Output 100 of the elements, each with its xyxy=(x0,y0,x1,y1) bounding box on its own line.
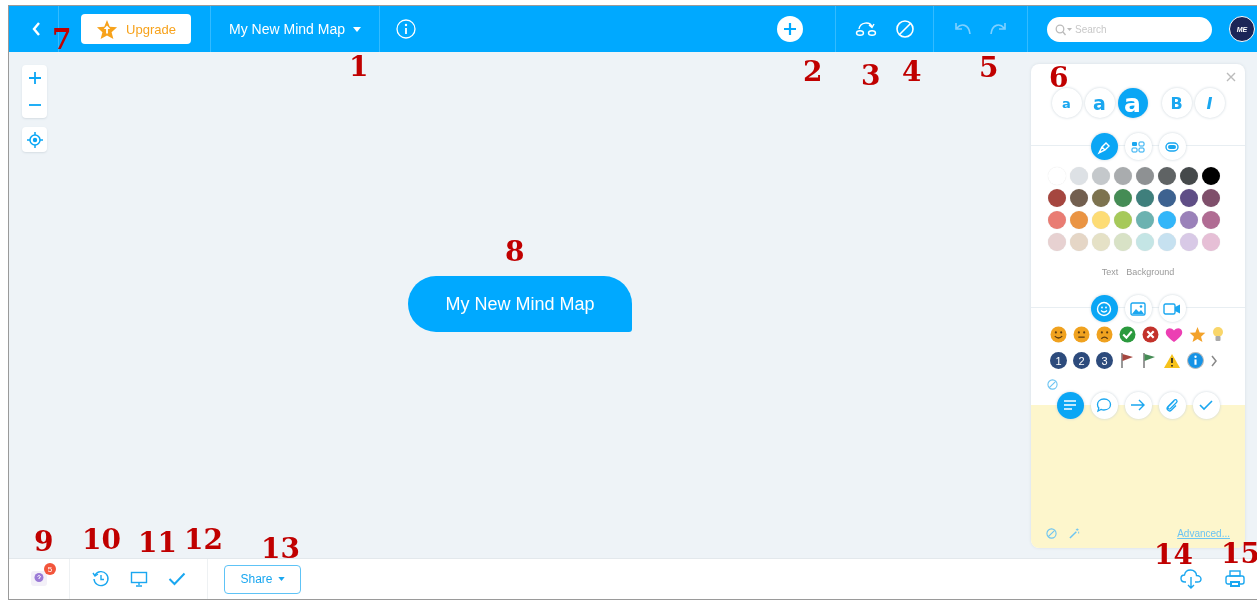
color-swatch[interactable] xyxy=(1114,211,1132,229)
map-title-dropdown[interactable]: My New Mind Map xyxy=(223,20,367,38)
advanced-link[interactable]: Advanced... xyxy=(1177,528,1230,539)
checkmark-icon xyxy=(1199,399,1213,411)
style-tab[interactable] xyxy=(1158,133,1186,160)
color-swatch[interactable] xyxy=(1070,233,1088,251)
color-swatch[interactable] xyxy=(1136,211,1154,229)
notes-icon xyxy=(1063,399,1077,411)
history-icon[interactable] xyxy=(91,570,110,588)
color-swatch[interactable] xyxy=(1136,167,1154,185)
redo-icon[interactable] xyxy=(989,22,1007,36)
layout-icon xyxy=(1131,140,1145,153)
paperclip-icon xyxy=(1164,397,1180,413)
relationship-icon[interactable] xyxy=(854,21,877,37)
upgrade-button[interactable]: Upgrade xyxy=(81,14,191,44)
sad-face-icon[interactable] xyxy=(1096,326,1113,343)
color-swatch[interactable] xyxy=(1048,233,1066,251)
font-size-button[interactable]: a xyxy=(1051,88,1082,118)
color-target-option[interactable]: Background xyxy=(1126,267,1175,277)
color-swatch[interactable] xyxy=(1136,233,1154,251)
font-size-button[interactable]: a xyxy=(1117,88,1148,118)
color-swatch[interactable] xyxy=(1158,167,1176,185)
number-icon[interactable]: 3 xyxy=(1096,352,1113,369)
color-swatch[interactable] xyxy=(1048,211,1066,229)
light-bulb-icon[interactable] xyxy=(1212,326,1224,343)
close-icon[interactable] xyxy=(1226,72,1236,82)
color-swatch[interactable] xyxy=(1202,189,1220,207)
warning-icon[interactable] xyxy=(1163,352,1181,369)
flag-icon[interactable] xyxy=(1141,352,1157,369)
color-swatch[interactable] xyxy=(1070,211,1088,229)
color-swatch[interactable] xyxy=(1114,167,1132,185)
smiley-icon xyxy=(1096,300,1112,317)
neutral-face-icon[interactable] xyxy=(1073,326,1090,343)
check-circle-icon[interactable] xyxy=(1119,326,1136,343)
star-icon[interactable] xyxy=(1189,326,1206,343)
note-tab[interactable] xyxy=(1056,391,1084,419)
media-tab[interactable] xyxy=(1124,295,1152,322)
checkmark-icon[interactable] xyxy=(167,572,186,586)
center-view-button[interactable] xyxy=(22,127,47,152)
bold-button[interactable]: B xyxy=(1161,88,1192,118)
color-swatch[interactable] xyxy=(1114,233,1132,251)
color-swatch[interactable] xyxy=(1092,233,1110,251)
share-button[interactable]: Share xyxy=(224,564,301,594)
no-entry-icon[interactable] xyxy=(1047,379,1058,390)
help-button[interactable]: 5 xyxy=(30,563,56,588)
color-swatch[interactable] xyxy=(1180,167,1198,185)
target-icon xyxy=(26,131,43,148)
magic-wand-icon[interactable] xyxy=(1069,528,1080,539)
star-icon xyxy=(96,18,119,40)
note-tab[interactable] xyxy=(1192,391,1220,419)
color-swatch[interactable] xyxy=(1070,189,1088,207)
info-icon[interactable] xyxy=(1187,352,1204,369)
callout-number: 8 xyxy=(505,238,525,266)
chevron-right-icon[interactable] xyxy=(1210,354,1218,367)
note-tab[interactable] xyxy=(1124,391,1152,419)
undo-icon[interactable] xyxy=(954,22,972,36)
style-tab[interactable] xyxy=(1090,133,1118,160)
color-swatch[interactable] xyxy=(1180,211,1198,229)
color-swatch[interactable] xyxy=(1202,233,1220,251)
color-swatch[interactable] xyxy=(1180,189,1198,207)
color-swatch[interactable] xyxy=(1092,211,1110,229)
printer-icon[interactable] xyxy=(1225,570,1245,588)
color-swatch[interactable] xyxy=(1114,189,1132,207)
color-swatch[interactable] xyxy=(1158,233,1176,251)
speech-bubble-icon xyxy=(1096,397,1112,413)
zoom-in-icon[interactable] xyxy=(27,71,42,86)
cloud-download-icon[interactable] xyxy=(1180,569,1202,589)
media-tab[interactable] xyxy=(1158,295,1186,322)
color-swatch[interactable] xyxy=(1180,233,1198,251)
presentation-icon[interactable] xyxy=(129,571,148,587)
color-target-option[interactable]: Text xyxy=(1101,267,1119,277)
callout-number: 13 xyxy=(261,535,300,563)
no-entry-icon[interactable] xyxy=(1046,528,1057,539)
color-swatch[interactable] xyxy=(1136,189,1154,207)
cross-circle-icon[interactable] xyxy=(1142,326,1159,343)
color-swatch[interactable] xyxy=(1158,211,1176,229)
color-swatch[interactable] xyxy=(1202,167,1220,185)
callout-number: 9 xyxy=(34,528,54,556)
font-size-button[interactable]: a xyxy=(1084,88,1115,118)
happy-face-icon[interactable] xyxy=(1050,326,1067,343)
number-icon[interactable]: 2 xyxy=(1073,352,1090,369)
color-swatch[interactable] xyxy=(1070,167,1088,185)
color-swatch[interactable] xyxy=(1048,189,1066,207)
back-icon[interactable] xyxy=(31,21,41,37)
add-icon[interactable] xyxy=(777,16,803,42)
flag-icon[interactable] xyxy=(1119,352,1135,369)
question-icon xyxy=(30,570,48,588)
heart-icon[interactable] xyxy=(1165,326,1183,343)
italic-button[interactable]: I xyxy=(1194,88,1225,118)
number-icon[interactable]: 1 xyxy=(1050,352,1067,369)
caret-icon xyxy=(352,26,361,32)
color-swatch[interactable] xyxy=(1202,211,1220,229)
color-swatch[interactable] xyxy=(1158,189,1176,207)
style-tab[interactable] xyxy=(1124,133,1152,160)
notification-badge: 5 xyxy=(44,563,56,575)
note-tab[interactable] xyxy=(1090,391,1118,419)
color-swatch[interactable] xyxy=(1092,189,1110,207)
central-topic[interactable]: My New Mind Map xyxy=(408,276,632,332)
color-swatch[interactable] xyxy=(1092,167,1110,185)
note-tab[interactable] xyxy=(1158,391,1186,419)
